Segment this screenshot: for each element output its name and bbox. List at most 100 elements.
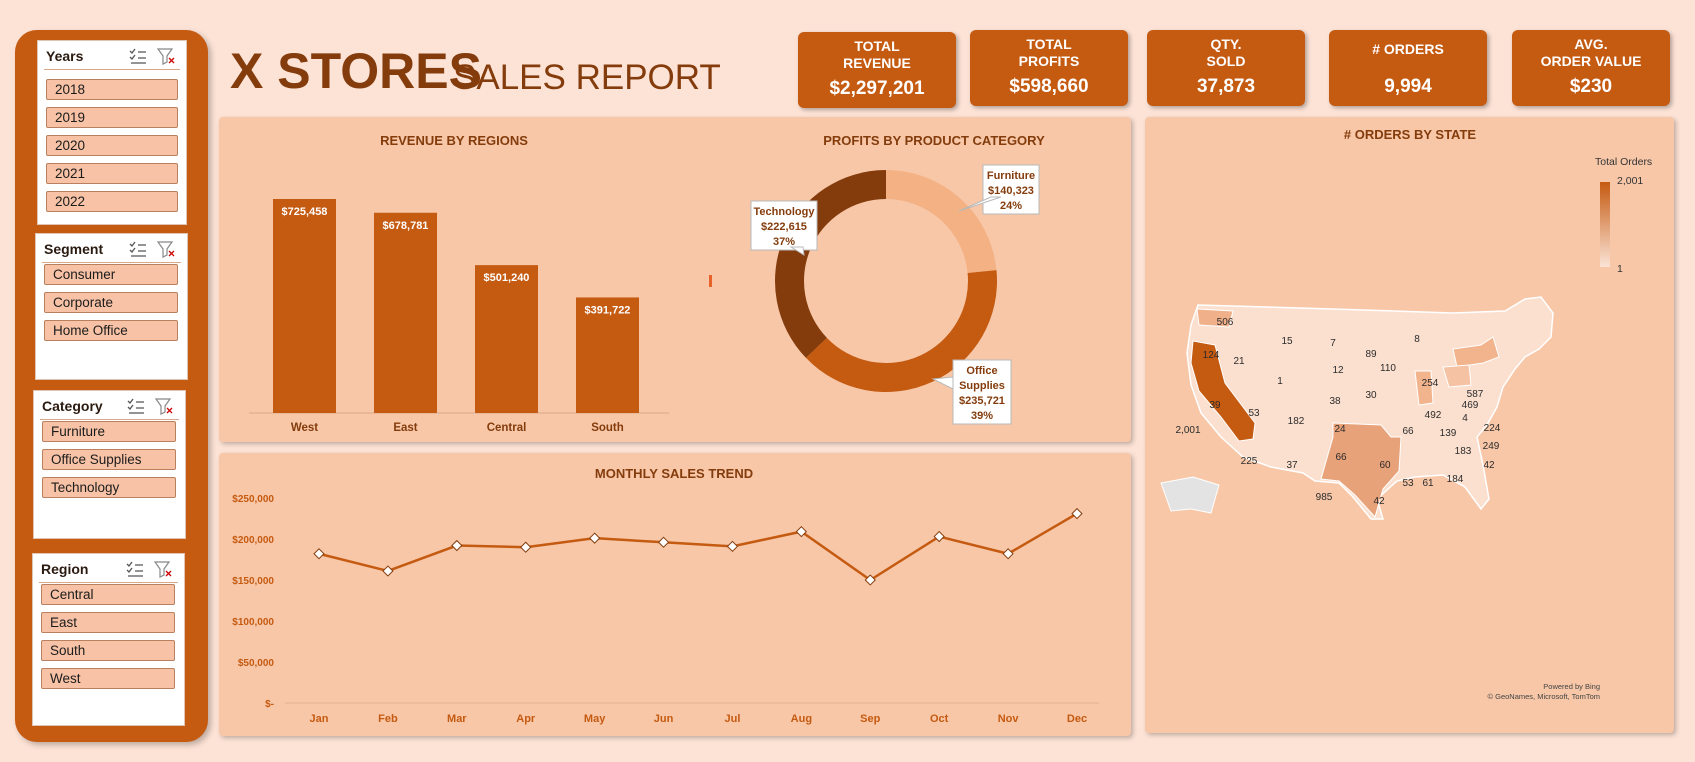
bar-category-label: West xyxy=(291,422,318,434)
state-order-label: 182 xyxy=(1287,416,1305,427)
state-order-label: 139 xyxy=(1439,428,1457,439)
multi-select-icon[interactable] xyxy=(126,397,146,415)
state-order-label: 60 xyxy=(1379,460,1391,471)
y-tick-label: $150,000 xyxy=(232,576,274,587)
state-order-label: 124 xyxy=(1202,350,1220,361)
kpi-qty-sold: QTY. SOLD 37,873 xyxy=(1147,30,1305,106)
kpi-label: TOTAL PROFITS xyxy=(1018,36,1080,69)
donut-slice-furniture xyxy=(886,170,997,273)
x-tick-label: Jul xyxy=(725,713,741,725)
bar-central xyxy=(475,265,538,413)
callout-label: Office xyxy=(966,365,997,377)
bar-category-label: East xyxy=(393,422,417,434)
clear-filter-icon[interactable] xyxy=(156,47,176,65)
trend-point-jan xyxy=(313,548,325,560)
state-order-label: 38 xyxy=(1329,396,1341,407)
slicer-item-central[interactable]: Central xyxy=(41,584,175,605)
state-order-label: 4 xyxy=(1462,413,1468,424)
bar-category-label: Central xyxy=(487,422,527,434)
category-slicer-title: Category xyxy=(42,398,103,414)
slicer-item-east[interactable]: East xyxy=(41,612,175,633)
region-slicer-title: Region xyxy=(41,561,89,577)
state-order-label: 469 xyxy=(1461,400,1479,411)
kpi-value: $2,297,201 xyxy=(829,78,925,99)
revenue-bar-chart: $725,458 West $678,781 East $501,240 Central $… xyxy=(249,198,669,434)
map-credit-sources: © GeoNames, Microsoft, TomTom xyxy=(1487,692,1601,701)
map-legend-min: 1 xyxy=(1617,263,1623,275)
slicer-item-2019[interactable]: 2019 xyxy=(46,107,178,128)
bar-data-label: $501,240 xyxy=(484,272,530,284)
slicer-item-office-supplies[interactable]: Office Supplies xyxy=(42,449,176,470)
x-tick-label: Aug xyxy=(791,713,812,725)
state-order-label: 53 xyxy=(1248,408,1260,419)
x-tick-label: Feb xyxy=(378,713,398,725)
x-tick-label: Oct xyxy=(930,713,949,725)
bar-east xyxy=(374,212,437,413)
slicer-item-corporate[interactable]: Corporate xyxy=(44,292,178,313)
kpi-value: $598,660 xyxy=(1009,76,1089,97)
callout-label: 39% xyxy=(971,410,993,422)
slicer-item-2022[interactable]: 2022 xyxy=(46,191,178,212)
state-order-label: 21 xyxy=(1233,356,1245,367)
state-order-label: 110 xyxy=(1380,363,1396,374)
multi-select-icon[interactable] xyxy=(125,560,145,578)
x-tick-label: Jan xyxy=(310,713,329,725)
kpi-total-profits: TOTAL PROFITS $598,660 xyxy=(970,30,1128,106)
state-order-label: 39 xyxy=(1209,400,1221,411)
state-order-label: 225 xyxy=(1240,456,1258,467)
y-tick-label: $250,000 xyxy=(232,494,274,505)
kpi-total-revenue: TOTAL REVENUE $2,297,201 xyxy=(798,32,956,108)
slicer-item-west[interactable]: West xyxy=(41,668,175,689)
y-tick-label: $50,000 xyxy=(238,658,275,669)
kpi-label: QTY. SOLD xyxy=(1206,36,1246,69)
bar-data-label: $725,458 xyxy=(282,206,328,218)
multi-select-icon[interactable] xyxy=(128,240,148,258)
kpi-avg-order-value: AVG. ORDER VALUE $230 xyxy=(1512,30,1670,106)
clear-filter-icon[interactable] xyxy=(156,240,176,258)
state-order-label: 61 xyxy=(1422,478,1434,489)
callout-label: $140,323 xyxy=(988,185,1034,197)
multi-select-icon[interactable] xyxy=(128,47,148,65)
callout-pointer xyxy=(931,376,954,390)
state-order-label: 183 xyxy=(1454,446,1472,457)
clear-filter-icon[interactable] xyxy=(154,397,174,415)
map-title: # ORDERS BY STATE xyxy=(1343,127,1477,142)
clear-filter-icon[interactable] xyxy=(153,560,173,578)
top-charts-panel: REVENUE BY REGIONS $725,458 West $678,781 E… xyxy=(219,117,1131,442)
slicer-item-2021[interactable]: 2021 xyxy=(46,163,178,184)
kpi-value: $230 xyxy=(1569,76,1613,97)
slicer-item-home-office[interactable]: Home Office xyxy=(44,320,178,341)
callout-label: 24% xyxy=(1000,200,1022,212)
trend-point-feb xyxy=(382,565,394,577)
slicer-marker xyxy=(709,275,712,287)
state-order-label: 254 xyxy=(1421,378,1439,389)
x-tick-label: Apr xyxy=(516,713,536,725)
bar-data-label: $678,781 xyxy=(383,220,429,232)
map-credit-bing: Powered by Bing xyxy=(1543,682,1600,691)
y-tick-label: $- xyxy=(265,699,274,710)
slicer-item-technology[interactable]: Technology xyxy=(42,477,176,498)
slicer-item-furniture[interactable]: Furniture xyxy=(42,421,176,442)
x-tick-label: Dec xyxy=(1067,713,1087,725)
slicer-item-2018[interactable]: 2018 xyxy=(46,79,178,100)
state-order-label: 1 xyxy=(1277,376,1283,387)
x-tick-label: Jun xyxy=(654,713,674,725)
y-tick-label: $100,000 xyxy=(232,617,274,628)
state-order-label: 492 xyxy=(1424,410,1442,421)
years-slicer: Years 2018 2019 2020 2021 2022 xyxy=(37,40,187,225)
monthly-trend-panel: MONTHLY SALES TREND $250,000 $200,000 $150… xyxy=(219,453,1131,736)
trend-point-apr xyxy=(520,541,532,553)
slicer-item-south[interactable]: South xyxy=(41,640,175,661)
kpi-value: 9,994 xyxy=(1384,76,1432,97)
state-order-label: 30 xyxy=(1365,390,1377,401)
slicer-item-2020[interactable]: 2020 xyxy=(46,135,178,156)
callout-label: Technology xyxy=(754,206,816,218)
state-order-label: 12 xyxy=(1332,365,1344,376)
kpi-value: 37,873 xyxy=(1196,76,1256,97)
slicer-item-consumer[interactable]: Consumer xyxy=(44,264,178,285)
map-legend-ramp xyxy=(1600,182,1610,267)
state-order-label: 15 xyxy=(1281,336,1293,347)
callout-label: $222,615 xyxy=(761,221,807,233)
category-slicer: Category Furniture Office Supplies Techn… xyxy=(33,390,186,539)
report-subtitle: SALES REPORT xyxy=(453,58,721,97)
